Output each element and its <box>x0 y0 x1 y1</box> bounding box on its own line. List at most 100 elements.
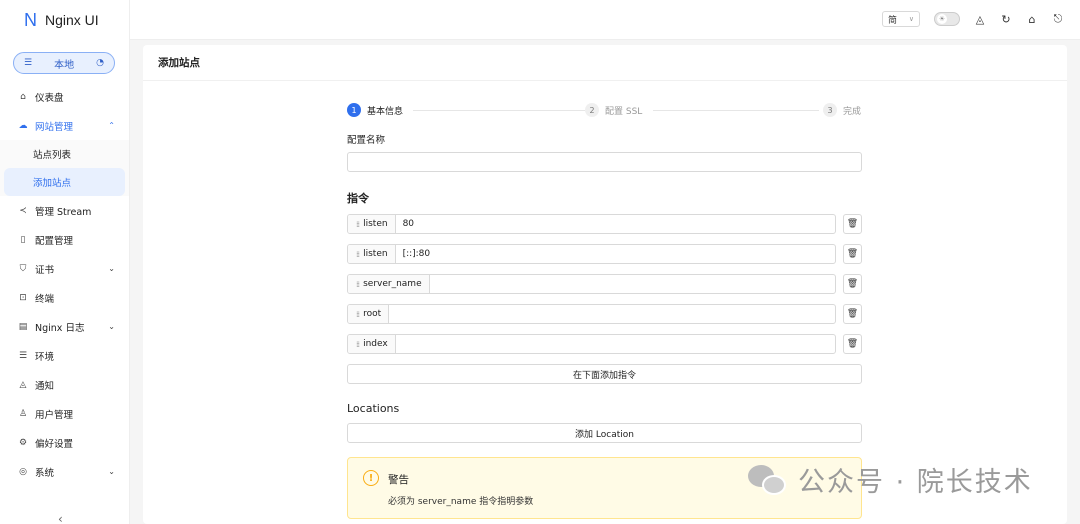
directive-key-text: listen <box>363 219 388 229</box>
trash-icon: 🗑 <box>846 279 859 289</box>
wechat-icon <box>748 463 788 497</box>
sidebar-item-label: 系统 <box>35 467 55 479</box>
directive-key-text: index <box>363 339 388 349</box>
sidebar-item-terminal[interactable]: ⊡ 终端 <box>0 283 129 312</box>
directive-key-text: server_name <box>363 279 422 289</box>
directive-key[interactable]: ⁞⁞ listen <box>348 215 396 233</box>
top-header: 简 ∨ ☀ ◬ ↻ ⌂ ⎋ <box>130 0 1080 40</box>
step-connector <box>413 110 585 111</box>
config-name-input[interactable] <box>347 152 862 172</box>
drag-handle-icon[interactable]: ⁞⁞ <box>356 310 360 319</box>
delete-directive-button[interactable]: 🗑 <box>843 334 862 354</box>
reload-icon[interactable]: ↻ <box>1000 13 1012 26</box>
system-icon: ◎ <box>19 466 27 477</box>
add-location-button[interactable]: 添加 Location <box>347 423 862 443</box>
directive-input-group: ⁞⁞ listen 80 <box>347 214 836 234</box>
directive-input-group: ⁞⁞ index <box>347 334 836 354</box>
directive-value-input[interactable]: [::]:80 <box>396 245 835 263</box>
drag-handle-icon[interactable]: ⁞⁞ <box>356 250 360 259</box>
directive-value-input[interactable] <box>389 305 835 323</box>
sidebar-item-sites[interactable]: ☁ 网站管理 ⌃ <box>0 111 129 140</box>
step-basic-info: 1 基本信息 <box>347 103 404 117</box>
step-number: 2 <box>585 103 599 117</box>
language-select[interactable]: 简 ∨ <box>882 11 920 27</box>
home-icon: ⌂ <box>20 91 26 102</box>
add-site-form: 1 基本信息 2 配置 SSL 3 完成 配置名称 指令 ⁞⁞ listen 80… <box>347 101 862 519</box>
directive-key[interactable]: ⁞⁞ listen <box>348 245 396 263</box>
directive-value-input[interactable] <box>430 275 835 293</box>
directive-value-input[interactable] <box>396 335 835 353</box>
dashboard-icon: ◔ <box>96 58 104 68</box>
step-configure-ssl: 2 配置 SSL <box>585 103 643 117</box>
collapse-sidebar-icon[interactable]: ‹ <box>58 512 63 524</box>
directive-key[interactable]: ⁞⁞ index <box>348 335 396 353</box>
sidebar-item-system[interactable]: ◎ 系统 ⌄ <box>0 457 129 486</box>
sidebar-item-dashboard[interactable]: ⌂ 仪表盘 <box>0 82 129 111</box>
step-label: 完成 <box>843 106 862 117</box>
delete-directive-button[interactable]: 🗑 <box>843 244 862 264</box>
delete-directive-button[interactable]: 🗑 <box>843 214 862 234</box>
sidebar-item-cert[interactable]: ⛉ 证书 ⌄ <box>0 254 129 283</box>
chevron-down-icon: ⌄ <box>108 264 115 273</box>
directive-key-text: listen <box>363 249 388 259</box>
directive-row: ⁞⁞ server_name 🗑 <box>347 274 862 294</box>
chevron-down-icon: ∨ <box>908 15 914 23</box>
step-number: 1 <box>347 103 361 117</box>
sidebar-menu: ⌂ 仪表盘 ☁ 网站管理 ⌃ 站点列表 添加站点 ≺ 管理 Stream ▯ 配… <box>0 82 129 486</box>
sidebar: N Nginx UI ☰ 本地 ◔ ⌂ 仪表盘 ☁ 网站管理 ⌃ 站点列表 添加… <box>0 0 130 524</box>
directive-input-group: ⁞⁞ listen [::]:80 <box>347 244 836 264</box>
watermark: 公众号 · 院长技术 <box>748 460 1033 499</box>
sidebar-item-stream[interactable]: ≺ 管理 Stream <box>0 196 129 225</box>
chevron-up-icon: ⌃ <box>108 121 115 130</box>
sidebar-item-label: Nginx 日志 <box>35 322 85 334</box>
home-icon[interactable]: ⌂ <box>1026 13 1038 26</box>
gear-icon: ⚙ <box>18 437 28 448</box>
delete-directive-button[interactable]: 🗑 <box>843 274 862 294</box>
warning-icon: ! <box>363 470 379 486</box>
header-tools: 简 ∨ ☀ ◬ ↻ ⌂ ⎋ <box>882 11 1064 27</box>
theme-toggle[interactable]: ☀ <box>934 12 960 26</box>
sidebar-item-label: 偏好设置 <box>35 438 74 450</box>
sidebar-item-notification[interactable]: ◬ 通知 <box>0 370 129 399</box>
directive-key[interactable]: ⁞⁞ server_name <box>348 275 430 293</box>
trash-icon: 🗑 <box>846 339 859 349</box>
sidebar-item-nginx-log[interactable]: ▤ Nginx 日志 ⌄ <box>0 312 129 341</box>
sidebar-item-label: 环境 <box>35 351 55 363</box>
add-directive-button[interactable]: 在下面添加指令 <box>347 364 862 384</box>
sidebar-item-preferences[interactable]: ⚙ 偏好设置 <box>0 428 129 457</box>
sidebar-item-site-list[interactable]: 站点列表 <box>0 140 129 168</box>
logo[interactable]: N Nginx UI <box>0 0 129 40</box>
environment-selector[interactable]: ☰ 本地 ◔ <box>13 52 115 74</box>
directive-row: ⁞⁞ index 🗑 <box>347 334 862 354</box>
logout-icon[interactable]: ⎋ <box>1052 12 1064 26</box>
drag-handle-icon[interactable]: ⁞⁞ <box>356 340 360 349</box>
directive-value-input[interactable]: 80 <box>396 215 835 233</box>
step-label: 配置 SSL <box>605 106 643 117</box>
sidebar-item-label: 终端 <box>35 293 55 305</box>
app-title: Nginx UI <box>45 12 99 28</box>
watermark-text: 公众号 · 院长技术 <box>798 467 1033 498</box>
directive-input-group: ⁞⁞ server_name <box>347 274 836 294</box>
bell-icon[interactable]: ◬ <box>974 13 986 26</box>
trash-icon: 🗑 <box>846 219 859 229</box>
sidebar-item-label: 仪表盘 <box>35 92 64 104</box>
sidebar-item-label: 通知 <box>35 380 55 392</box>
config-name-label: 配置名称 <box>347 135 386 146</box>
sidebar-item-add-site[interactable]: 添加站点 <box>4 168 125 196</box>
sidebar-item-users[interactable]: ♙ 用户管理 <box>0 399 129 428</box>
drag-handle-icon[interactable]: ⁞⁞ <box>356 220 360 229</box>
directive-input-group: ⁞⁞ root <box>347 304 836 324</box>
step-label: 基本信息 <box>367 106 404 117</box>
sidebar-item-label: 用户管理 <box>35 409 74 421</box>
alert-message: 必须为 server_name 指令指明参数 <box>388 497 534 507</box>
alert-title: 警告 <box>388 474 409 486</box>
sidebar-item-config[interactable]: ▯ 配置管理 <box>0 225 129 254</box>
terminal-icon: ⊡ <box>19 292 27 303</box>
main-card: 添加站点 1 基本信息 2 配置 SSL 3 完成 配置名称 指令 ⁞⁞ list… <box>143 45 1067 524</box>
sidebar-item-environment[interactable]: ☰ 环境 <box>0 341 129 370</box>
drag-handle-icon[interactable]: ⁞⁞ <box>356 280 360 289</box>
delete-directive-button[interactable]: 🗑 <box>843 304 862 324</box>
directive-key[interactable]: ⁞⁞ root <box>348 305 390 323</box>
language-value: 简 <box>888 15 898 26</box>
directive-row: ⁞⁞ root 🗑 <box>347 304 862 324</box>
